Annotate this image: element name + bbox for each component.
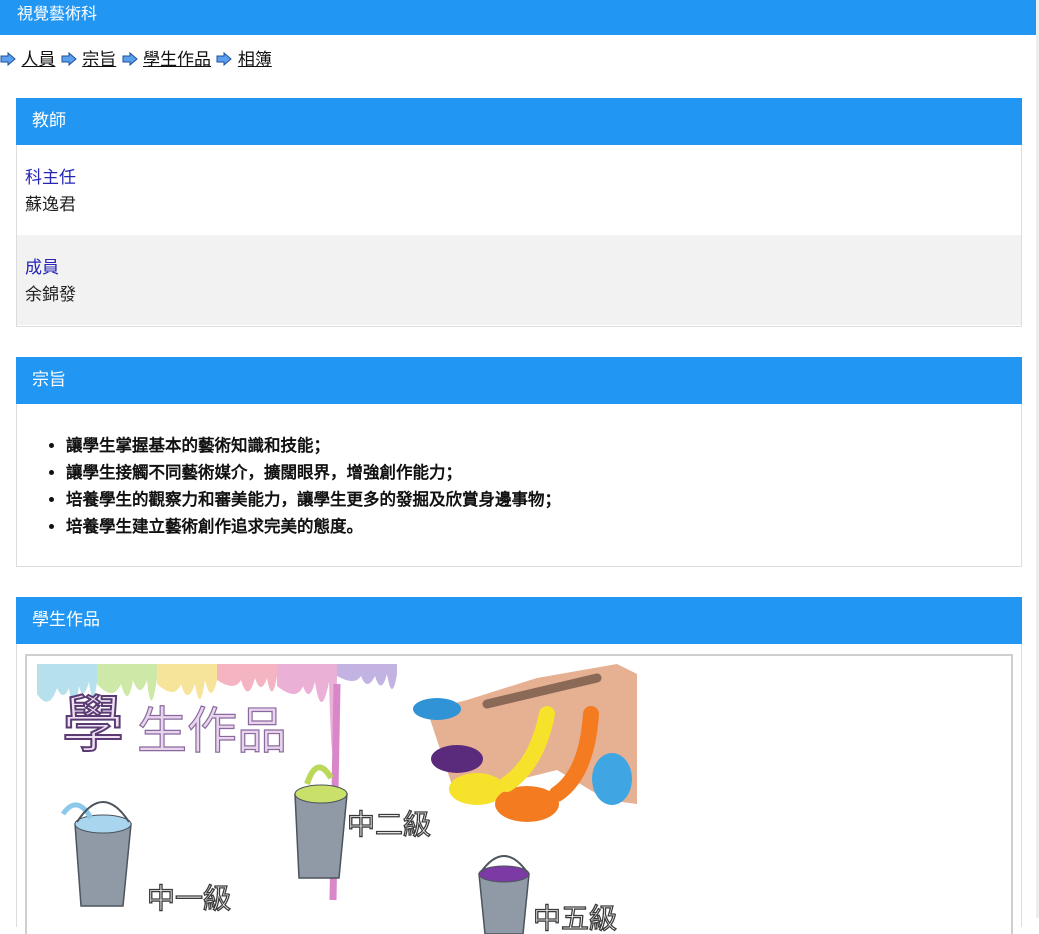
- teacher-role: 成員: [25, 258, 59, 278]
- aims-panel: 宗旨 讓學生掌握基本的藝術知識和技能； 讓學生接觸不同藝術媒介，擴闊眼界，增強創…: [16, 357, 1022, 567]
- arrow-right-icon: [122, 51, 138, 66]
- works-image-frame: 學 生作品 中一級 中二級 中五級: [25, 654, 1013, 934]
- arrow-right-icon: [61, 51, 77, 66]
- arrow-right-icon: [216, 51, 233, 66]
- aims-list-item: 讓學生掌握基本的藝術知識和技能；: [66, 432, 1021, 459]
- poster-heading-rest: 生作品: [137, 702, 287, 760]
- teacher-entry-member: 成員 余錦發: [17, 235, 1021, 325]
- paint-bucket-grade-1: [60, 801, 132, 907]
- breadcrumb-link-aims[interactable]: 宗旨: [82, 50, 116, 70]
- student-works-poster[interactable]: 學 生作品 中一級 中二級 中五級: [37, 664, 637, 934]
- works-panel: 學生作品 學 生作品 中一級 中二級 中五級: [16, 597, 1022, 934]
- teacher-name: 蘇逸君: [25, 195, 76, 215]
- poster-artwork: 學 生作品 中一級 中二級 中五級: [37, 664, 637, 934]
- poster-heading-first: 學: [62, 688, 124, 761]
- aims-list-item: 培養學生的觀察力和審美能力，讓學生更多的發掘及欣賞身邊事物；: [66, 486, 1021, 513]
- aims-panel-title: 宗旨: [16, 357, 1022, 404]
- paint-bucket-grade-2: [294, 764, 348, 879]
- breadcrumb: 人員 宗旨 學生作品 相簿: [0, 47, 272, 73]
- teachers-panel: 教師 科主任 蘇逸君 成員 余錦發: [16, 98, 1022, 327]
- poster-grade-label: 中一級: [147, 882, 231, 915]
- aims-list: 讓學生掌握基本的藝術知識和技能； 讓學生接觸不同藝術媒介，擴闊眼界，增強創作能力…: [17, 404, 1021, 540]
- paint-bucket-grade-5: [478, 855, 530, 934]
- aims-list-item: 培養學生建立藝術創作追求完美的態度。: [66, 513, 1021, 540]
- works-panel-title: 學生作品: [16, 597, 1022, 644]
- teacher-entry-head: 科主任 蘇逸君: [17, 145, 1021, 235]
- teachers-panel-title: 教師: [16, 98, 1022, 145]
- breadcrumb-link-album[interactable]: 相簿: [238, 50, 272, 70]
- poster-grade-label: 中二級: [347, 808, 431, 841]
- breadcrumb-link-works[interactable]: 學生作品: [143, 50, 211, 70]
- breadcrumb-link-staff[interactable]: 人員: [21, 50, 55, 70]
- page-header: 視覺藝術科: [0, 0, 1036, 35]
- poster-grade-label: 中五級: [533, 902, 617, 934]
- painted-hand-illustration: [413, 664, 637, 822]
- teacher-role: 科主任: [25, 168, 76, 188]
- aims-list-item: 讓學生接觸不同藝術媒介，擴闊眼界，增強創作能力；: [66, 459, 1021, 486]
- page-title: 視覺藝術科: [17, 4, 98, 23]
- teacher-name: 余錦發: [25, 285, 76, 305]
- arrow-right-icon: [0, 51, 16, 66]
